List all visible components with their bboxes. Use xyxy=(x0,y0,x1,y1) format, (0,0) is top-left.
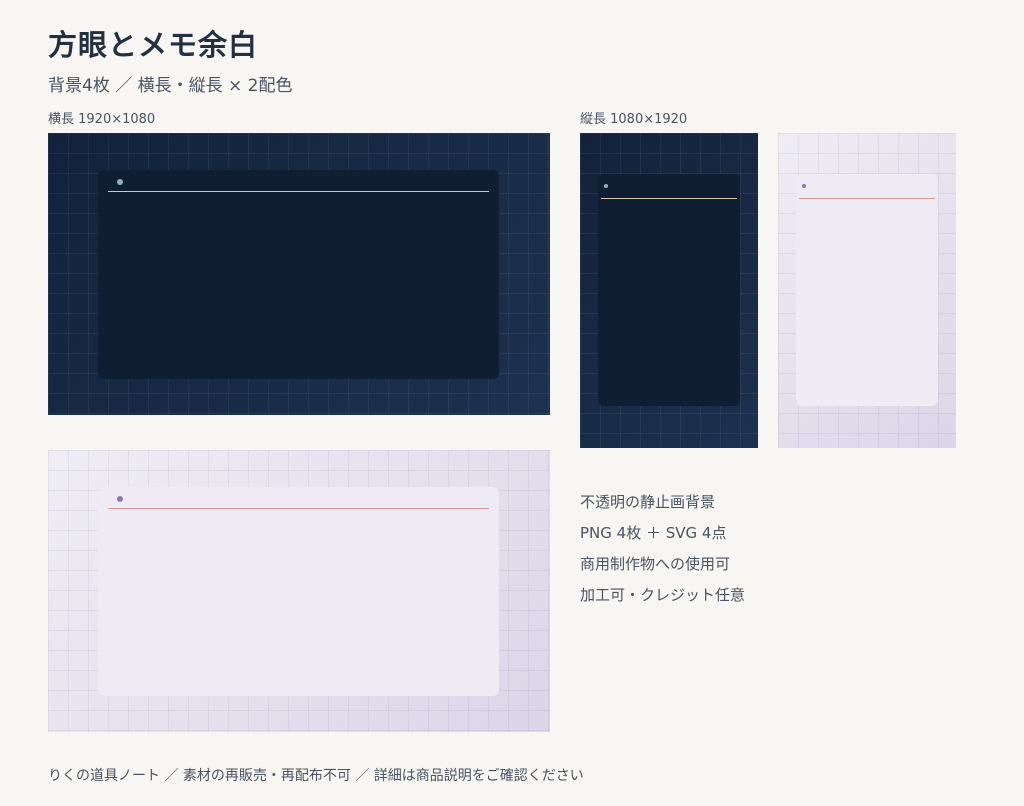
memo-rule xyxy=(799,198,935,199)
portrait-lavender-preview xyxy=(778,133,956,448)
feature-item: 不透明の静止画背景 xyxy=(580,493,716,511)
memo-card xyxy=(98,487,499,696)
portrait-navy-preview xyxy=(580,133,758,448)
page-title: 方眼とメモ余白 xyxy=(48,28,259,62)
landscape-label: 横長 1920×1080 xyxy=(48,112,156,127)
feature-item: 加工可・クレジット任意 xyxy=(580,586,746,604)
memo-rule xyxy=(108,508,489,509)
memo-card xyxy=(796,174,938,406)
memo-card xyxy=(598,174,740,406)
memo-dot xyxy=(802,184,806,188)
footer-note: りくの道具ノート ／ 素材の再販売・再配布不可 ／ 詳細は商品説明をご確認くださ… xyxy=(48,768,584,784)
memo-dot xyxy=(604,184,608,188)
memo-rule xyxy=(108,191,489,192)
feature-list: 不透明の静止画背景 PNG 4枚 ＋ SVG 4点 商用制作物への使用可 加工可… xyxy=(580,489,745,613)
portrait-label: 縦長 1080×1920 xyxy=(580,112,688,127)
landscape-navy-preview xyxy=(48,133,550,415)
page-subtitle: 背景4枚 ／ 横長・縦長 × 2配色 xyxy=(48,76,293,96)
memo-dot xyxy=(117,179,123,185)
feature-item: PNG 4枚 ＋ SVG 4点 xyxy=(580,524,727,542)
feature-item: 商用制作物への使用可 xyxy=(580,555,731,573)
landscape-lavender-preview xyxy=(48,450,550,732)
memo-dot xyxy=(117,496,123,502)
memo-card xyxy=(98,170,499,379)
memo-rule xyxy=(601,198,737,199)
